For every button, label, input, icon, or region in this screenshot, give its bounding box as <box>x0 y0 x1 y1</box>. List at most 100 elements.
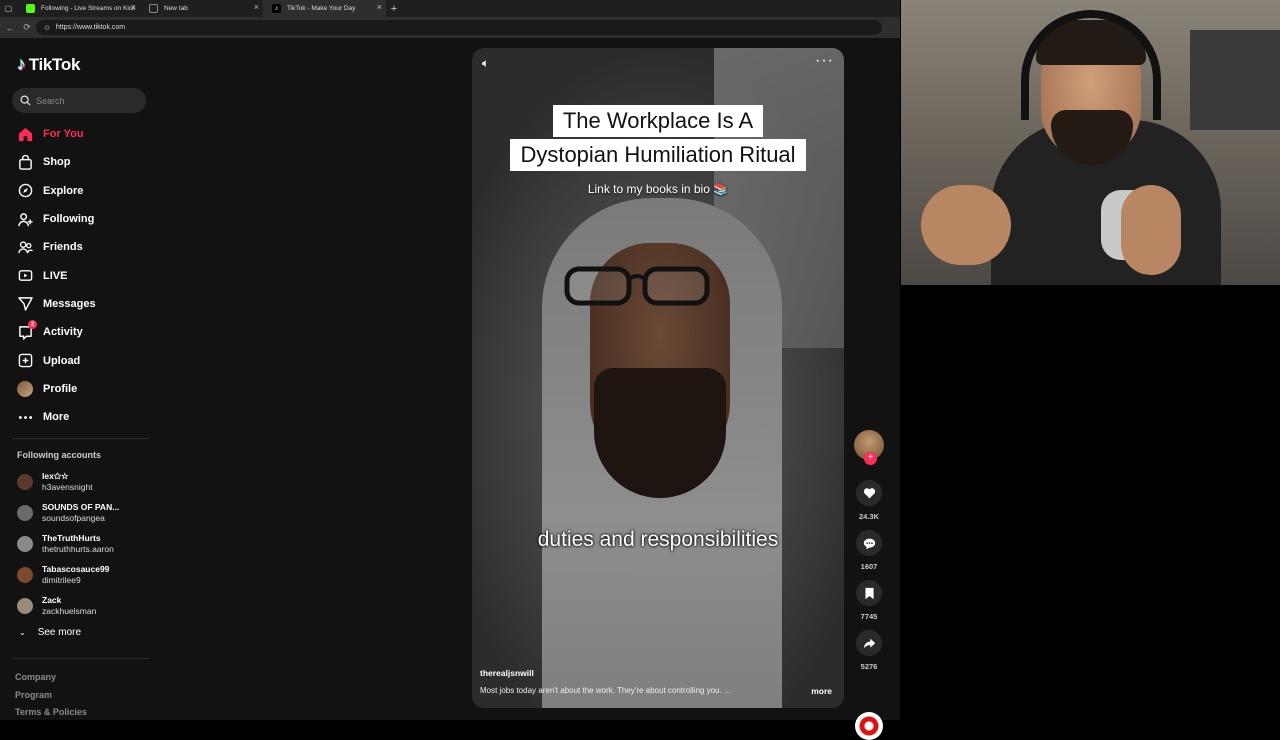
sidebar-divider <box>12 658 150 659</box>
plus-icon: + <box>390 2 398 15</box>
nav-label: Upload <box>43 354 81 367</box>
nav-label: Friends <box>43 241 83 254</box>
like-action[interactable]: 24.3K <box>852 480 886 521</box>
send-icon <box>16 295 34 313</box>
url-field[interactable]: ⊙ https://www.tiktok.com <box>36 20 882 35</box>
account-nickname: TheTruthHurts <box>42 532 101 543</box>
description-more-button[interactable]: more <box>811 686 832 696</box>
window-menu-icon[interactable]: ▢ <box>0 0 17 17</box>
video-subtitle: duties and responsibilities <box>537 528 779 551</box>
search-box[interactable] <box>12 88 146 113</box>
nav-label: More <box>43 411 70 424</box>
avatar <box>16 380 34 398</box>
avatar <box>17 566 33 583</box>
chevron-down-icon: ⌄ <box>19 628 26 637</box>
tab-tiktok[interactable]: ♪ TikTok - Make Your Day × <box>263 0 386 17</box>
save-count: 7745 <box>860 612 878 621</box>
bookmark-icon <box>864 587 874 599</box>
friends-icon <box>16 238 34 256</box>
tab-label: TikTok - Make Your Day <box>287 5 356 12</box>
comment-count: 1607 <box>860 562 878 571</box>
tab-close-icon[interactable]: × <box>254 2 259 12</box>
following-accounts-list: lex✩☆ h3avensnight SOUNDS OF PAN... sounds… <box>17 466 119 621</box>
new-tab-button[interactable]: + <box>386 0 402 17</box>
avatar <box>17 473 33 490</box>
nav-label: Following <box>43 213 95 226</box>
account-username: zackhuelsman <box>42 605 97 616</box>
nav-for-you[interactable]: For You <box>16 120 96 148</box>
reload-icon[interactable]: ⟳ <box>20 22 34 33</box>
newtab-favicon-icon <box>149 4 158 13</box>
following-account[interactable]: SOUNDS OF PAN... soundsofpangea <box>17 497 119 528</box>
music-disc-icon[interactable] <box>855 712 883 740</box>
save-action[interactable]: 7745 <box>852 580 886 621</box>
account-nickname: lex✩☆ <box>42 470 69 481</box>
search-icon <box>20 95 31 106</box>
share-icon <box>863 638 875 648</box>
nav-label: Shop <box>43 156 71 169</box>
footer-links: Company Program Terms & Policies <box>15 669 87 722</box>
volume-icon[interactable]: 🔈︎ <box>482 56 489 71</box>
back-arrow-icon[interactable]: ← <box>0 23 20 33</box>
upload-icon <box>16 352 34 370</box>
share-action[interactable]: 5276 <box>852 630 886 671</box>
account-nickname: Zack <box>42 594 62 605</box>
activity-badge: 2 <box>28 320 37 330</box>
more-dots-icon <box>16 408 34 426</box>
nav-live[interactable]: LIVE <box>16 261 96 289</box>
tab-new[interactable]: New tab × <box>140 0 263 17</box>
search-input[interactable] <box>36 95 136 106</box>
tiktok-page: ♪ TikTok For You Shop Explore <box>0 38 900 740</box>
video-title-overlay: The Workplace Is A Dystopian Humiliation… <box>472 104 844 172</box>
nav-following[interactable]: Following <box>16 205 96 233</box>
sidebar-divider <box>12 438 150 439</box>
following-account[interactable]: TheTruthHurts thetruthhurts.aaron <box>17 528 119 559</box>
tab-close-icon[interactable]: × <box>377 2 382 12</box>
shop-icon <box>16 153 34 171</box>
following-account[interactable]: lex✩☆ h3avensnight <box>17 466 119 497</box>
account-username: thetruthhurts.aaron <box>42 543 114 554</box>
footer-link-program[interactable]: Program <box>15 687 87 705</box>
tab-label: Following - Live Streams on Kick <box>41 5 136 12</box>
video-author[interactable]: therealjsnwill <box>480 668 534 678</box>
url-text: https://www.tiktok.com <box>55 24 126 31</box>
nav-friends[interactable]: Friends <box>16 233 96 261</box>
kick-favicon-icon <box>26 4 35 13</box>
caption-line: Dystopian Humiliation Ritual <box>510 139 806 171</box>
nav-shop[interactable]: Shop <box>16 148 96 176</box>
more-dots-icon[interactable]: ··· <box>815 52 834 70</box>
nav-label: For You <box>43 128 84 141</box>
nav-label: LIVE <box>43 269 68 282</box>
tab-kick[interactable]: Following - Live Streams on Kick × <box>17 0 140 17</box>
nav-explore[interactable]: Explore <box>16 177 96 205</box>
see-more-button[interactable]: ⌄ See more <box>19 627 81 638</box>
nav-activity[interactable]: 2 Activity <box>16 318 96 346</box>
tab-label: New tab <box>164 5 188 12</box>
account-username: dimitrilee9 <box>42 574 81 585</box>
tab-bar: ▢ Following - Live Streams on Kick × New… <box>0 0 900 17</box>
tab-close-icon[interactable]: × <box>131 2 136 12</box>
comment-action[interactable]: 1607 <box>852 530 886 571</box>
video-player[interactable]: 🔈︎ ··· The Workplace Is A Dystopian Humi… <box>472 48 844 708</box>
address-bar-row: ← ⟳ ⊙ https://www.tiktok.com <box>0 17 900 38</box>
site-info-icon[interactable]: ⊙ <box>44 24 50 32</box>
webcam-background-shelf <box>1190 30 1280 130</box>
headset-icon <box>1021 10 1161 120</box>
video-glasses <box>564 266 710 306</box>
account-username: h3avensnight <box>42 481 93 492</box>
follow-plus-icon[interactable]: + <box>864 452 877 465</box>
tiktok-logo[interactable]: ♪ TikTok <box>17 54 80 75</box>
nav-label: Profile <box>43 382 78 395</box>
following-account[interactable]: Zack zackhuelsman <box>17 590 119 621</box>
nav-more[interactable]: More <box>16 403 96 431</box>
nav-messages[interactable]: Messages <box>16 290 96 318</box>
nav-upload[interactable]: Upload <box>16 346 96 374</box>
video-description: Most jobs today aren't about the work. T… <box>480 686 731 695</box>
footer-link-company[interactable]: Company <box>15 669 87 687</box>
nav-profile[interactable]: Profile <box>16 375 96 403</box>
following-account[interactable]: Tabascosauce99 dimitrilee9 <box>17 559 119 590</box>
main-nav: For You Shop Explore Following Friends L… <box>16 120 96 431</box>
nav-label: Messages <box>43 297 96 310</box>
account-nickname: SOUNDS OF PAN... <box>42 501 120 512</box>
footer-link-terms[interactable]: Terms & Policies <box>15 704 87 722</box>
